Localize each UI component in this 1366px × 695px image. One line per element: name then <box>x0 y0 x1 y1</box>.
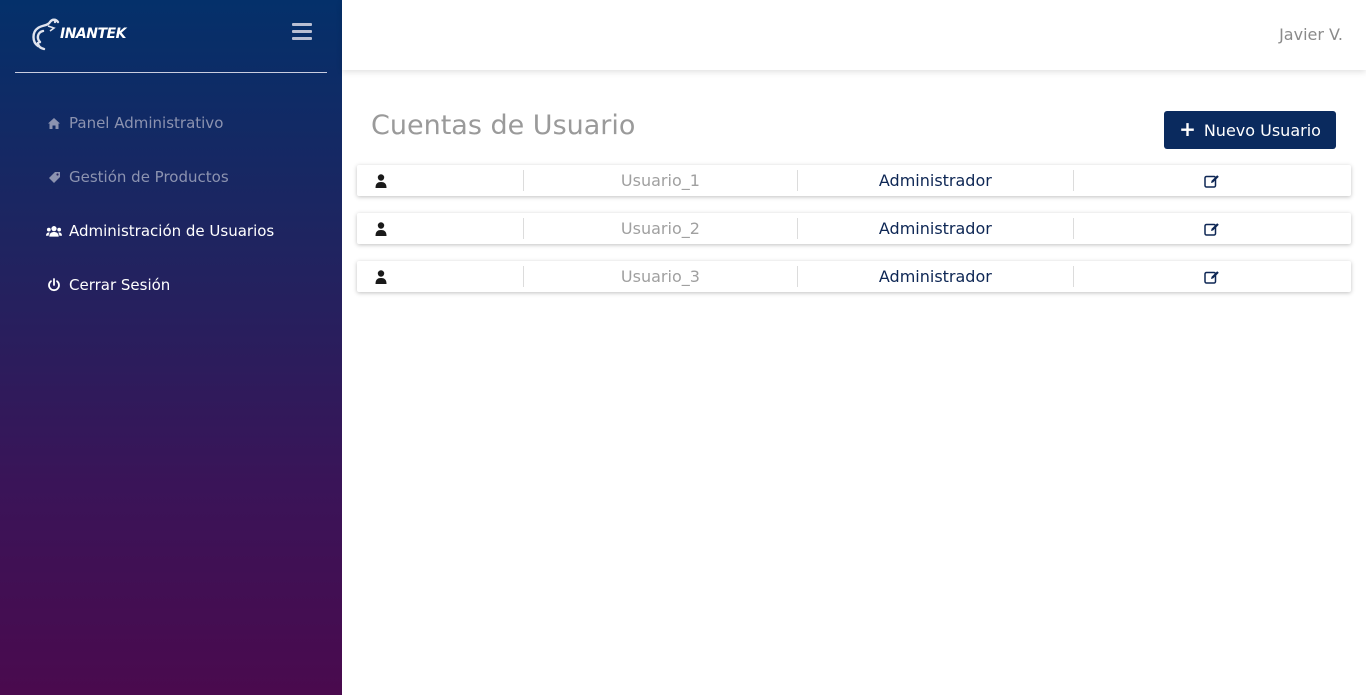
sidebar-item-label: Panel Administrativo <box>69 114 224 132</box>
sidebar-item-usuarios[interactable]: Administración de Usuarios <box>46 216 274 270</box>
user-role-cell: Administrador <box>798 266 1074 287</box>
user-name-cell: Usuario_3 <box>524 266 799 287</box>
user-row: Usuario_3 Administrador <box>357 261 1351 292</box>
user-name-cell: Usuario_2 <box>524 218 799 239</box>
edit-icon[interactable] <box>1204 222 1220 236</box>
user-icon <box>375 221 387 236</box>
brand-logo[interactable]: INANTEK <box>30 14 126 54</box>
new-user-button-label: Nuevo Usuario <box>1203 120 1321 140</box>
sidebar-nav: Panel Administrativo Gestión de Producto… <box>46 108 274 324</box>
edit-icon[interactable] <box>1204 270 1220 284</box>
new-user-button[interactable]: + Nuevo Usuario <box>1164 111 1336 149</box>
plus-icon: + <box>1179 117 1196 141</box>
sidebar-item-label: Gestión de Productos <box>69 168 229 186</box>
top-bar: Javier V. <box>342 0 1366 70</box>
menu-toggle-icon[interactable] <box>292 23 312 41</box>
main-content: Cuentas de Usuario + Nuevo Usuario Usuar… <box>342 70 1366 695</box>
page-title: Cuentas de Usuario <box>371 110 636 141</box>
user-list: Usuario_1 Administrador Usuario_2 Admini… <box>357 165 1351 309</box>
sidebar-item-label: Administración de Usuarios <box>69 222 275 240</box>
dragon-logo-icon <box>32 18 60 51</box>
user-role-cell: Administrador <box>798 170 1074 191</box>
user-icon <box>375 173 387 188</box>
sidebar: INANTEK Panel Administrativo Gestión de … <box>0 0 342 695</box>
brand-name: INANTEK <box>60 26 126 42</box>
user-role-cell: Administrador <box>798 218 1074 239</box>
user-row: Usuario_2 Administrador <box>357 213 1351 244</box>
user-name[interactable]: Javier V. <box>1279 25 1343 44</box>
sidebar-item-label: Cerrar Sesión <box>69 276 171 294</box>
user-name-cell: Usuario_1 <box>524 170 799 191</box>
user-icon <box>375 269 387 284</box>
edit-icon[interactable] <box>1204 174 1220 188</box>
sidebar-divider <box>15 72 327 73</box>
sidebar-item-productos[interactable]: Gestión de Productos <box>46 162 274 216</box>
users-icon <box>46 223 62 239</box>
tag-icon <box>46 169 62 185</box>
sidebar-item-panel[interactable]: Panel Administrativo <box>46 108 274 162</box>
home-icon <box>46 115 62 131</box>
power-icon <box>46 277 62 293</box>
user-row: Usuario_1 Administrador <box>357 165 1351 196</box>
sidebar-item-logout[interactable]: Cerrar Sesión <box>46 270 274 324</box>
